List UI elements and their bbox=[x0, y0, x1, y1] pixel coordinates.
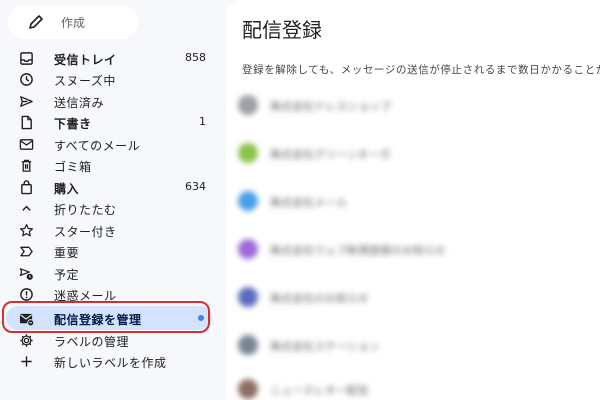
sender-name: 株式会社ステーション bbox=[270, 340, 380, 353]
chevron-up-icon bbox=[18, 200, 34, 216]
sidebar-item-all-mail[interactable]: すべてのメール bbox=[6, 134, 212, 155]
unread-count: 858 bbox=[185, 51, 206, 64]
clock-icon bbox=[18, 71, 34, 87]
page-title: 配信登録 bbox=[242, 18, 322, 42]
inbox-icon bbox=[18, 50, 34, 66]
sender-name: ニュースレター配信 bbox=[270, 384, 369, 397]
sidebar-item-purchases[interactable]: 購入 634 bbox=[6, 177, 212, 198]
sidebar-item-drafts[interactable]: 下書き 1 bbox=[6, 112, 212, 133]
sidebar-item-label: ラベルの管理 bbox=[54, 335, 130, 349]
sender-name: 株式会社グリーンオーガ bbox=[270, 148, 391, 161]
shopping-bag-icon bbox=[18, 179, 34, 195]
sidebar-item-label: 重要 bbox=[54, 246, 80, 260]
sidebar-item-trash[interactable]: ゴミ箱 bbox=[6, 155, 212, 176]
subscription-row[interactable]: 株式会社のお知らせ bbox=[238, 284, 578, 310]
subscription-row[interactable]: 株式会社ウェブ新規登録のお知らせ bbox=[238, 236, 578, 262]
avatar bbox=[238, 287, 258, 307]
all-mail-icon bbox=[18, 136, 34, 152]
sidebar-item-label: 送信済み bbox=[54, 96, 105, 110]
sidebar-item-scheduled[interactable]: 予定 bbox=[6, 263, 212, 284]
sidebar-item-label: 新しいラベルを作成 bbox=[54, 356, 167, 370]
sidebar-item-label: ゴミ箱 bbox=[54, 160, 92, 174]
sidebar-item-collapse[interactable]: 折りたたむ bbox=[6, 198, 212, 219]
highlight-annotation bbox=[2, 301, 210, 333]
sidebar-item-label: 折りたたむ bbox=[54, 203, 117, 217]
compose-button[interactable]: 作成 bbox=[8, 5, 138, 39]
subscription-row[interactable]: 株式会社ステーション bbox=[238, 332, 578, 358]
sidebar: 作成 受信トレイ 858 スヌーズ中 送信済み 下書き 1 すべてのメール ゴミ… bbox=[0, 0, 226, 400]
sidebar-item-manage-labels[interactable]: ラベルの管理 bbox=[6, 330, 212, 351]
page-description: 登録を解除しても、メッセージの送信が停止されるまで数日かかることがあ bbox=[242, 64, 600, 76]
sidebar-item-label: スター付き bbox=[54, 225, 117, 239]
sidebar-item-label: 受信トレイ bbox=[54, 53, 117, 67]
sidebar-item-label: すべてのメール bbox=[54, 139, 141, 153]
sender-name: 株式会社のお知らせ bbox=[270, 292, 369, 305]
sender-name: 株式会社ドレスショップ bbox=[270, 100, 391, 113]
sidebar-item-label: 下書き bbox=[54, 117, 92, 131]
star-icon bbox=[18, 222, 34, 238]
avatar bbox=[238, 239, 258, 259]
important-icon bbox=[18, 243, 34, 259]
main-panel: 配信登録 登録を解除しても、メッセージの送信が停止されるまで数日かかることがあ … bbox=[226, 0, 600, 400]
sidebar-item-label: 予定 bbox=[54, 268, 80, 282]
compose-label: 作成 bbox=[61, 16, 86, 30]
sidebar-item-label: スヌーズ中 bbox=[54, 74, 116, 88]
sender-name: 株式会社ウェブ新規登録のお知らせ bbox=[270, 244, 446, 257]
subscription-row[interactable]: 株式会社グリーンオーガ bbox=[238, 140, 578, 166]
avatar bbox=[238, 143, 258, 163]
avatar bbox=[238, 379, 258, 399]
sidebar-item-sent[interactable]: 送信済み bbox=[6, 91, 212, 112]
subscription-row[interactable]: 株式会社ドレスショップ bbox=[238, 92, 578, 118]
avatar bbox=[238, 95, 258, 115]
sidebar-item-snoozed[interactable]: スヌーズ中 bbox=[6, 69, 212, 90]
scheduled-icon bbox=[18, 265, 34, 281]
avatar bbox=[238, 335, 258, 355]
purchases-count: 634 bbox=[185, 180, 206, 193]
pencil-icon bbox=[28, 14, 44, 30]
sidebar-item-create-label[interactable]: 新しいラベルを作成 bbox=[6, 351, 212, 372]
draft-icon bbox=[18, 114, 34, 130]
avatar bbox=[238, 191, 258, 211]
subscription-row[interactable]: ニュースレター配信 bbox=[238, 376, 578, 400]
sidebar-item-starred[interactable]: スター付き bbox=[6, 220, 212, 241]
sidebar-item-inbox[interactable]: 受信トレイ 858 bbox=[6, 48, 212, 69]
draft-count: 1 bbox=[199, 115, 206, 128]
send-icon bbox=[18, 93, 34, 109]
gear-icon bbox=[18, 332, 34, 348]
subscription-row[interactable]: 株式会社メール bbox=[238, 188, 578, 214]
spam-icon bbox=[18, 286, 34, 302]
sender-name: 株式会社メール bbox=[270, 196, 347, 209]
sidebar-item-important[interactable]: 重要 bbox=[6, 241, 212, 262]
plus-icon bbox=[18, 353, 34, 369]
sidebar-item-label: 購入 bbox=[54, 182, 80, 196]
trash-icon bbox=[18, 157, 34, 173]
